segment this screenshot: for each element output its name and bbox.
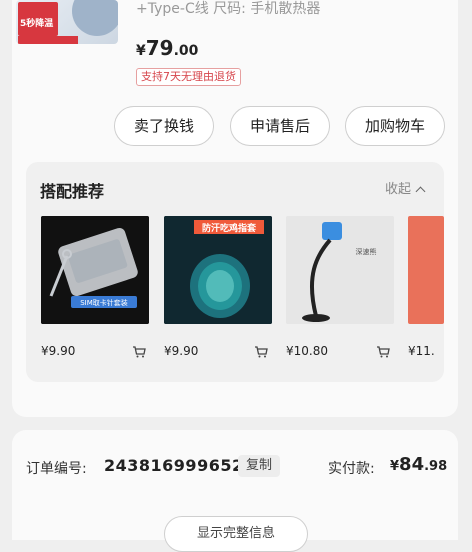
sell-button[interactable]: 卖了换钱 <box>114 106 214 146</box>
recommend-item-image[interactable] <box>408 216 444 324</box>
cart-icon[interactable] <box>132 343 146 358</box>
paid-amount-label: 实付款: <box>328 461 375 477</box>
product-price: ¥79.00 <box>136 36 199 60</box>
recommend-item-caption: 防汗吃鸡指套 <box>202 222 257 234</box>
add-to-cart-button[interactable]: 加购物车 <box>345 106 445 146</box>
recommend-item-image[interactable]: SIM取卡针套装 <box>41 216 149 324</box>
copy-button[interactable]: 复制 <box>238 455 281 477</box>
recommend-item-price: ¥9.90 <box>164 344 199 358</box>
recommend-item-image[interactable]: 防汗吃鸡指套 <box>164 216 272 324</box>
paid-amount: ¥84.98 <box>390 454 448 475</box>
thumbnail-fan-graphic <box>72 0 118 36</box>
show-full-info-button[interactable]: 显示完整信息 <box>164 516 308 552</box>
collapse-toggle[interactable]: 收起 <box>384 178 426 197</box>
recommend-item-caption: SIM取卡针套装 <box>80 298 128 307</box>
recommend-item-caption: 深速熊 <box>356 247 377 256</box>
collapse-label: 收起 <box>384 182 411 197</box>
order-number-label: 订单编号: <box>26 461 87 477</box>
product-spec: +Type-C线 尺码: 手机散热器 <box>136 1 321 17</box>
recommend-item-image[interactable]: 深速熊 <box>286 216 394 324</box>
chevron-up-icon <box>415 186 426 197</box>
cart-icon[interactable] <box>254 343 268 358</box>
after-sale-button[interactable]: 申请售后 <box>230 106 330 146</box>
return-policy-badge: 支持7天无理由退货 <box>136 68 241 86</box>
recommend-item-price: ¥9.90 <box>41 344 76 358</box>
thumbnail-tag <box>52 36 78 44</box>
product-thumbnail[interactable]: 5秒降温 <box>16 0 118 44</box>
order-number: 243816999652 <box>104 456 244 475</box>
cart-icon[interactable] <box>376 343 390 358</box>
thumbnail-text: 5秒降温 <box>20 19 54 29</box>
recommend-item-price: ¥10.80 <box>286 344 328 358</box>
recommend-section: 搭配推荐 收起 SIM取卡针套装 防汗吃鸡指套 深速熊 ¥9.90 ¥9.90 … <box>26 162 444 382</box>
order-info-card: 订单编号: 243816999652 复制 实付款: ¥84.98 显示完整信息 <box>12 430 458 552</box>
thumbnail-tag <box>18 36 52 44</box>
recommend-title: 搭配推荐 <box>40 182 105 201</box>
recommend-item-price: ¥11. <box>408 344 435 358</box>
